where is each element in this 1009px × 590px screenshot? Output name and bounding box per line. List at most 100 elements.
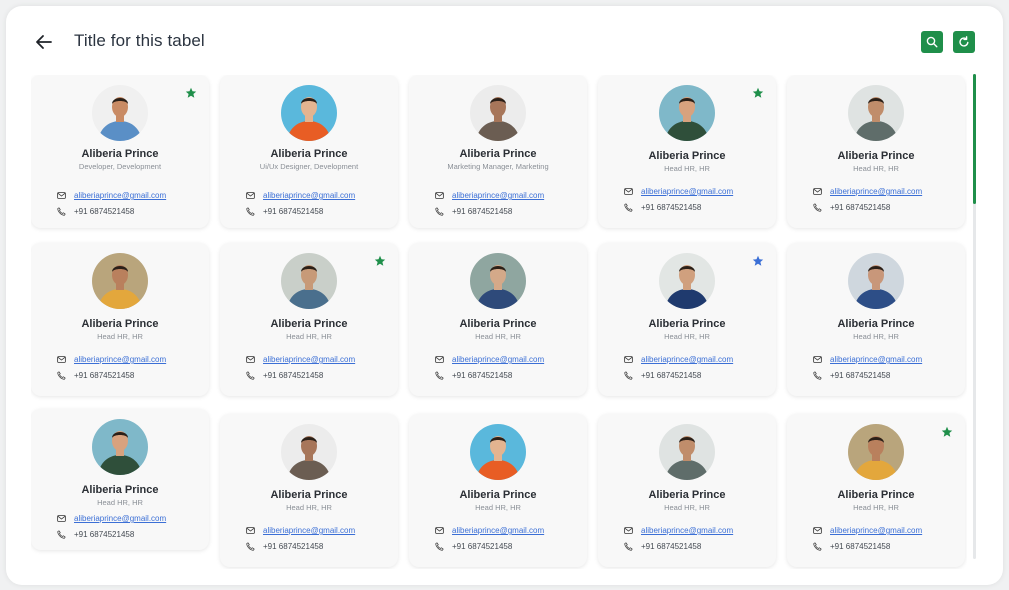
mail-icon [435,192,444,199]
phone-icon [57,530,66,539]
employee-name: Aliberia Prince [81,148,159,160]
employee-name: Aliberia Prince [270,318,348,330]
employee-card[interactable]: Aliberia Prince Head HR, HR aliberiaprin… [787,414,965,567]
email-row: aliberiaprince@gmail.com [246,191,355,200]
employee-card[interactable]: Aliberia Prince Head HR, HR aliberiaprin… [787,75,965,228]
employee-card[interactable]: Aliberia Prince Head HR, HR aliberiaprin… [598,75,776,228]
phone-row: +91 6874521458 [435,207,512,216]
employee-name: Aliberia Prince [648,489,726,501]
employee-role: Head HR, HR [286,503,332,512]
employee-card[interactable]: Aliberia Prince Head HR, HR aliberiaprin… [598,243,776,396]
email-link[interactable]: aliberiaprince@gmail.com [263,355,355,364]
mail-icon [813,356,822,363]
phone-number: +91 6874521458 [830,203,891,212]
email-link[interactable]: aliberiaprince@gmail.com [74,355,166,364]
star-icon[interactable] [752,87,764,99]
email-row: aliberiaprince@gmail.com [57,514,166,523]
page-title: Title for this tabel [74,31,205,50]
employee-role: Marketing Manager, Marketing [447,162,549,171]
employee-role: Head HR, HR [664,164,710,173]
employee-card[interactable]: Aliberia Prince Head HR, HR aliberiaprin… [220,243,398,396]
employee-role: Head HR, HR [475,503,521,512]
email-link[interactable]: aliberiaprince@gmail.com [452,191,544,200]
avatar [470,85,526,141]
phone-icon [435,542,444,551]
avatar [659,253,715,309]
email-link[interactable]: aliberiaprince@gmail.com [263,191,355,200]
email-link[interactable]: aliberiaprince@gmail.com [263,526,355,535]
phone-row: +91 6874521458 [435,542,512,551]
mail-icon [57,192,66,199]
mail-icon [624,356,633,363]
email-row: aliberiaprince@gmail.com [813,355,922,364]
employee-card[interactable]: Aliberia Prince Head HR, HR aliberiaprin… [31,409,209,550]
phone-number: +91 6874521458 [74,207,135,216]
avatar [659,85,715,141]
star-icon[interactable] [941,426,953,438]
email-link[interactable]: aliberiaprince@gmail.com [74,191,166,200]
phone-number: +91 6874521458 [830,371,891,380]
phone-number: +91 6874521458 [263,542,324,551]
employee-card[interactable]: Aliberia Prince Developer, Development a… [31,75,209,228]
phone-row: +91 6874521458 [57,207,134,216]
phone-row: +91 6874521458 [246,542,323,551]
search-icon [926,36,938,48]
email-link[interactable]: aliberiaprince@gmail.com [830,526,922,535]
scrollbar-thumb[interactable] [973,74,976,204]
phone-icon [813,203,822,212]
employee-name: Aliberia Prince [648,150,726,162]
employee-name: Aliberia Prince [459,318,537,330]
employee-name: Aliberia Prince [648,318,726,330]
phone-icon [624,542,633,551]
mail-icon [813,188,822,195]
phone-icon [435,371,444,380]
employee-card[interactable]: Aliberia Prince Head HR, HR aliberiaprin… [409,243,587,396]
phone-icon [246,542,255,551]
search-button[interactable] [921,31,943,53]
refresh-button[interactable] [953,31,975,53]
star-icon[interactable] [752,255,764,267]
phone-row: +91 6874521458 [813,371,890,380]
email-row: aliberiaprince@gmail.com [435,526,544,535]
employee-card[interactable]: Aliberia Prince Head HR, HR aliberiaprin… [31,243,209,396]
email-link[interactable]: aliberiaprince@gmail.com [830,355,922,364]
employee-card[interactable]: Aliberia Prince Head HR, HR aliberiaprin… [220,414,398,567]
email-row: aliberiaprince@gmail.com [435,191,544,200]
email-link[interactable]: aliberiaprince@gmail.com [452,355,544,364]
employee-role: Head HR, HR [853,164,899,173]
email-row: aliberiaprince@gmail.com [246,526,355,535]
mail-icon [246,527,255,534]
employee-card[interactable]: Aliberia Prince Head HR, HR aliberiaprin… [598,414,776,567]
email-link[interactable]: aliberiaprince@gmail.com [641,187,733,196]
employee-role: Head HR, HR [286,332,332,341]
employee-role: Head HR, HR [853,503,899,512]
email-link[interactable]: aliberiaprince@gmail.com [641,526,733,535]
avatar [659,424,715,480]
email-link[interactable]: aliberiaprince@gmail.com [74,514,166,523]
employee-card[interactable]: Aliberia Prince Head HR, HR aliberiaprin… [409,414,587,567]
email-link[interactable]: aliberiaprince@gmail.com [452,526,544,535]
star-icon[interactable] [374,255,386,267]
back-button[interactable] [34,32,54,52]
phone-row: +91 6874521458 [624,542,701,551]
email-row: aliberiaprince@gmail.com [813,526,922,535]
employee-role: Ui/Ux Designer, Development [259,162,359,171]
employee-role: Head HR, HR [664,503,710,512]
phone-row: +91 6874521458 [246,207,323,216]
employee-card-grid: Aliberia Prince Developer, Development a… [31,75,967,569]
star-icon[interactable] [185,87,197,99]
phone-row: +91 6874521458 [57,371,134,380]
email-link[interactable]: aliberiaprince@gmail.com [641,355,733,364]
mail-icon [57,356,66,363]
employee-card[interactable]: Aliberia Prince Head HR, HR aliberiaprin… [787,243,965,396]
email-link[interactable]: aliberiaprince@gmail.com [830,187,922,196]
employee-name: Aliberia Prince [837,150,915,162]
employee-card[interactable]: Aliberia Prince Ui/Ux Designer, Developm… [220,75,398,228]
email-row: aliberiaprince@gmail.com [813,187,922,196]
avatar [848,424,904,480]
phone-icon [624,371,633,380]
phone-number: +91 6874521458 [263,371,324,380]
employee-name: Aliberia Prince [81,484,159,496]
employee-card[interactable]: Aliberia Prince Marketing Manager, Marke… [409,75,587,228]
avatar [281,253,337,309]
